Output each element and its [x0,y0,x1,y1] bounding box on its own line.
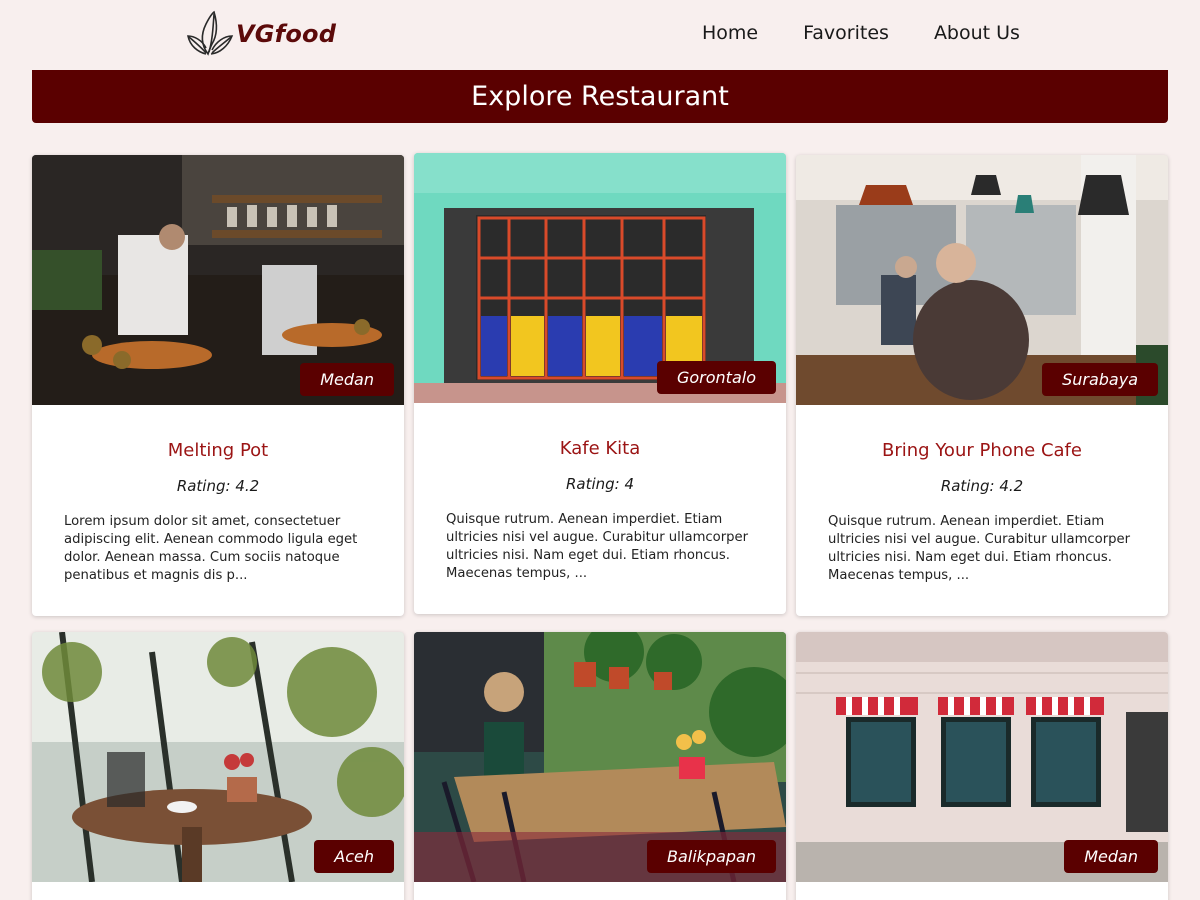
restaurant-card[interactable]: Gorontalo Kafe Kita Rating: 4 Quisque ru… [414,153,786,614]
city-badge: Medan [1064,840,1158,873]
city-badge: Surabaya [1042,363,1158,396]
restaurant-rating: Rating: 4.2 [940,477,1024,495]
restaurant-name[interactable]: Melting Pot [64,440,372,461]
restaurant-card[interactable]: Balikpapan [414,632,786,900]
city-badge: Medan [300,363,394,396]
restaurant-image: Balikpapan [414,632,786,882]
restaurant-card[interactable]: Aceh [32,632,404,900]
main-nav: Home Favorites About Us [702,22,1065,44]
hero-banner: Explore Restaurant [32,70,1168,123]
city-badge: Gorontalo [656,361,776,394]
restaurant-rating: Rating: 4.2 [176,477,260,495]
restaurant-description: Quisque rutrum. Aenean imperdiet. Etiam … [446,512,749,581]
restaurant-rating: Rating: 4 [565,475,635,493]
nav-about-us[interactable]: About Us [934,22,1020,44]
restaurant-image: Surabaya [796,155,1168,405]
restaurant-name[interactable]: Bring Your Phone Cafe [828,440,1136,461]
restaurant-card[interactable]: Medan Melting Pot Rating: 4.2 Lorem ipsu… [32,155,404,616]
brand-name: VGfood [236,20,337,48]
page-title: Explore Restaurant [471,81,729,112]
restaurant-description: Quisque rutrum. Aenean imperdiet. Etiam … [828,514,1131,583]
leaf-logo-icon [187,10,234,56]
restaurant-image: Medan [32,155,404,405]
city-badge: Aceh [314,840,394,873]
restaurant-description: Lorem ipsum dolor sit amet, consectetuer… [64,514,358,583]
restaurant-name[interactable]: Kafe Kita [446,438,754,459]
restaurant-image: Aceh [32,632,404,882]
restaurant-card[interactable]: Medan [796,632,1168,900]
restaurant-image: Gorontalo [414,153,786,403]
site-header: VGfood Home Favorites About Us [0,0,1200,70]
restaurant-image: Medan [796,632,1168,882]
logo[interactable]: VGfood [184,10,336,58]
nav-favorites[interactable]: Favorites [803,22,889,44]
nav-home[interactable]: Home [702,22,758,44]
city-badge: Balikpapan [647,840,776,873]
restaurant-card[interactable]: Surabaya Bring Your Phone Cafe Rating: 4… [796,155,1168,616]
